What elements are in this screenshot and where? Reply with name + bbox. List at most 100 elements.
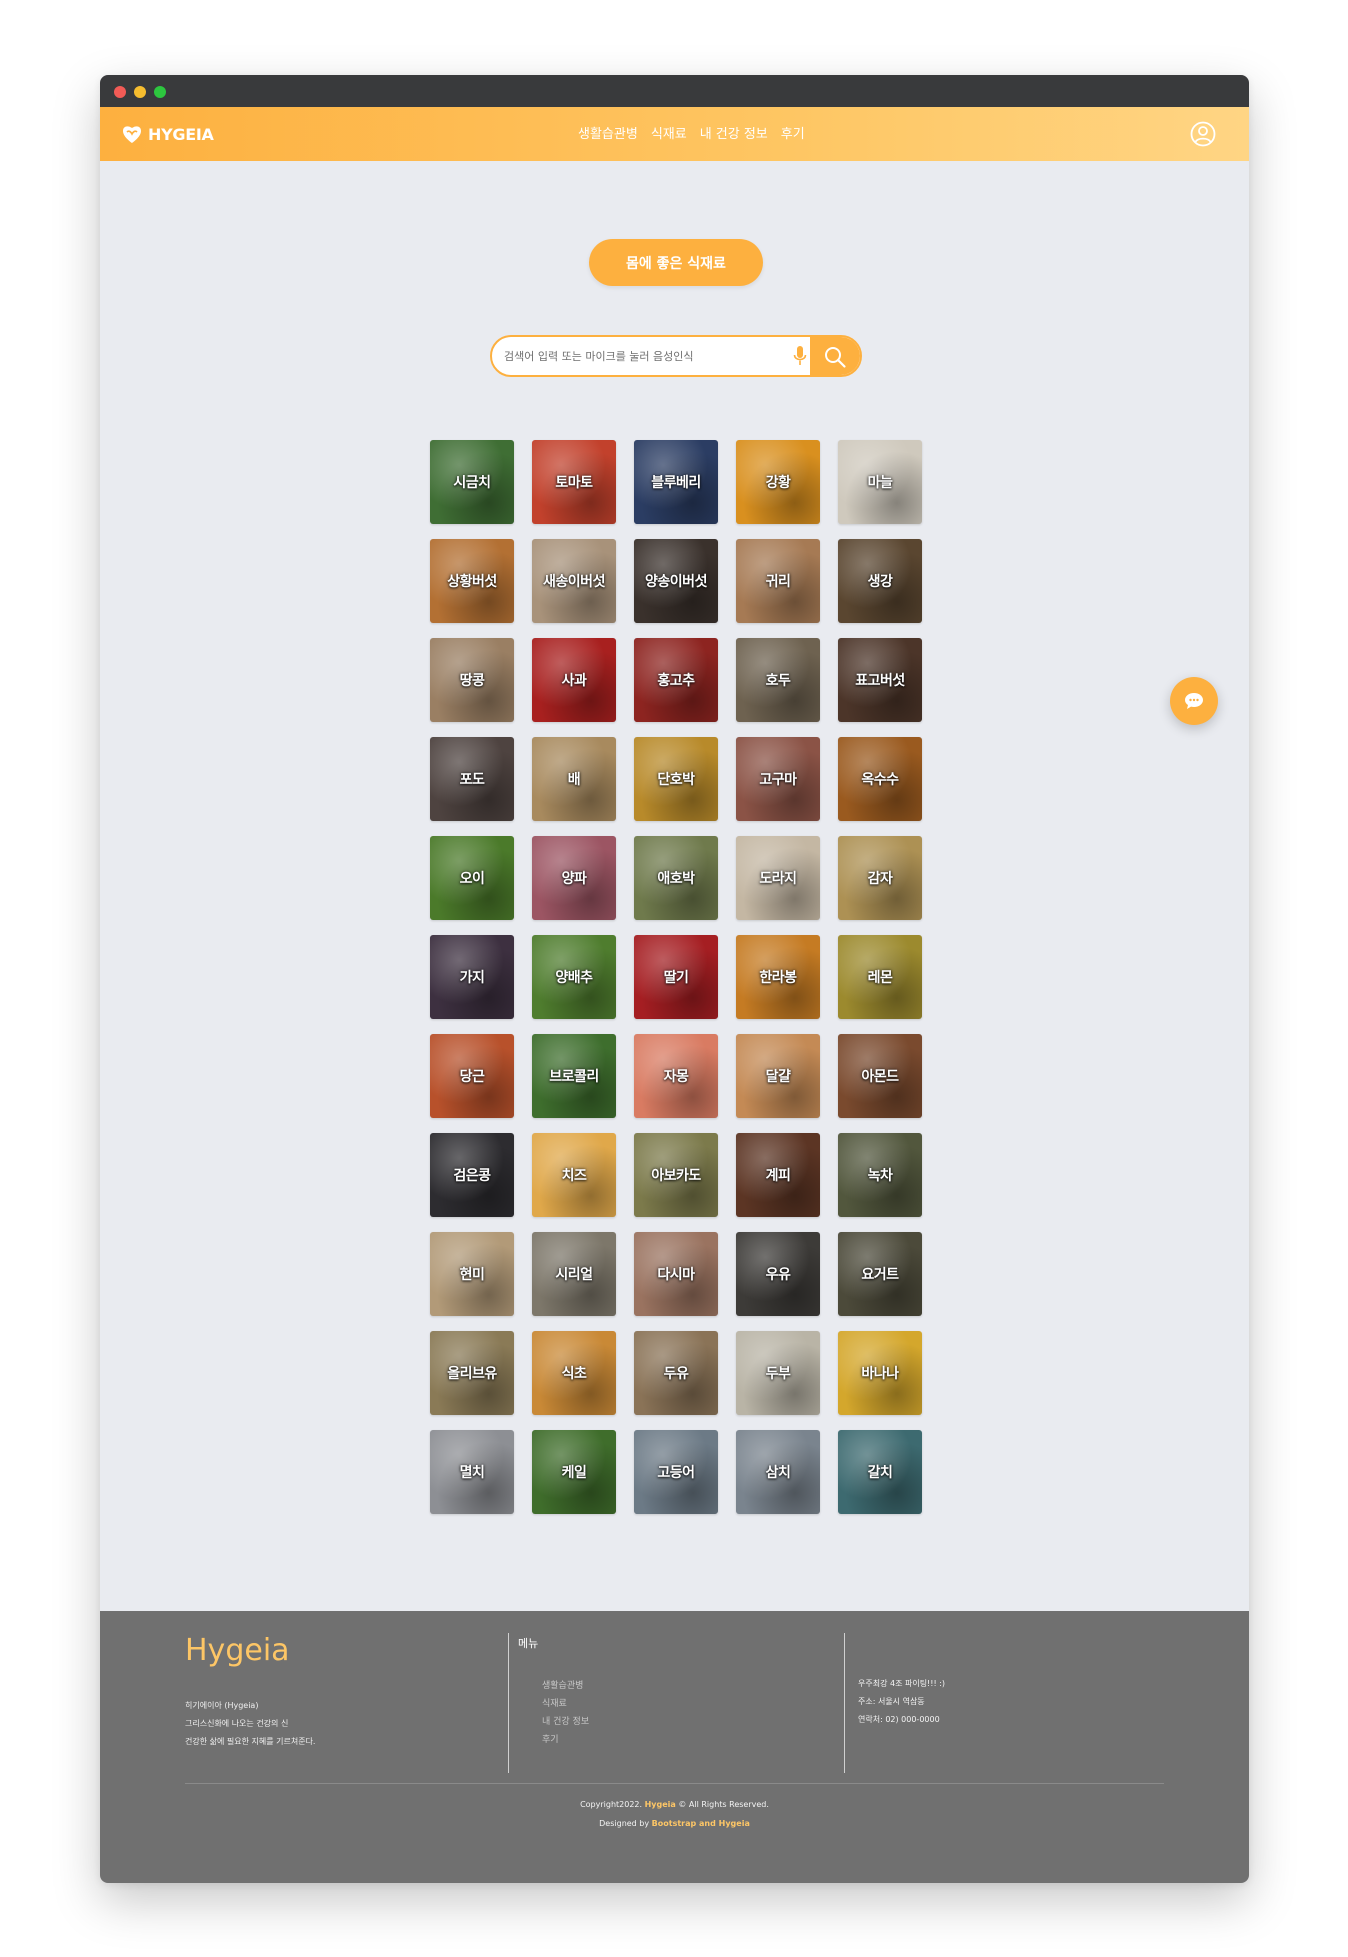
ingredient-tile[interactable]: 감자 xyxy=(838,836,922,920)
ingredient-tile[interactable]: 시리얼 xyxy=(532,1232,616,1316)
ingredient-tile[interactable]: 현미 xyxy=(430,1232,514,1316)
ingredient-tile[interactable]: 식초 xyxy=(532,1331,616,1415)
ingredient-tile[interactable]: 당근 xyxy=(430,1034,514,1118)
ingredient-tile[interactable]: 두유 xyxy=(634,1331,718,1415)
ingredient-tile[interactable]: 양송이버섯 xyxy=(634,539,718,623)
ingredient-tile[interactable]: 고등어 xyxy=(634,1430,718,1514)
ingredient-label: 멸치 xyxy=(459,1465,485,1481)
chat-button[interactable] xyxy=(1170,677,1218,725)
nav-reviews[interactable]: 후기 xyxy=(781,123,805,142)
ingredient-tile[interactable]: 갈치 xyxy=(838,1430,922,1514)
ingredient-tile[interactable]: 마늘 xyxy=(838,440,922,524)
ingredient-tile[interactable]: 레몬 xyxy=(838,935,922,1019)
ingredient-tile[interactable]: 아몬드 xyxy=(838,1034,922,1118)
ingredient-tile[interactable]: 바나나 xyxy=(838,1331,922,1415)
ingredient-label: 강황 xyxy=(765,475,791,491)
ingredient-tile[interactable]: 가지 xyxy=(430,935,514,1019)
footer-contact: 우주최강 4조 파이팅!!! :) 주소: 서울시 역삼동 연락처: 02) 0… xyxy=(858,1675,945,1729)
ingredient-tile[interactable]: 홍고추 xyxy=(634,638,718,722)
maximize-dot[interactable] xyxy=(154,86,166,98)
ingredient-tile[interactable]: 사과 xyxy=(532,638,616,722)
minimize-dot[interactable] xyxy=(134,86,146,98)
ingredient-tile[interactable]: 표고버섯 xyxy=(838,638,922,722)
ingredient-label: 달걀 xyxy=(765,1069,791,1085)
ingredient-tile[interactable]: 검은콩 xyxy=(430,1133,514,1217)
ingredient-label: 배 xyxy=(567,772,581,788)
ingredient-label: 다시마 xyxy=(657,1267,695,1283)
ingredient-tile[interactable]: 시금치 xyxy=(430,440,514,524)
ingredient-tile[interactable]: 자몽 xyxy=(634,1034,718,1118)
ingredient-tile[interactable]: 귀리 xyxy=(736,539,820,623)
ingredient-label: 홍고추 xyxy=(657,673,695,689)
ingredient-tile[interactable]: 삼치 xyxy=(736,1430,820,1514)
nav-my-health[interactable]: 내 건강 정보 xyxy=(700,123,768,142)
footer-link-my-health[interactable]: 내 건강 정보 xyxy=(542,1715,589,1729)
hygeia-logo-icon xyxy=(123,126,141,143)
ingredient-tile[interactable]: 고구마 xyxy=(736,737,820,821)
brand-link[interactable]: HYGEIA xyxy=(120,123,214,145)
footer-link-lifestyle-disease[interactable]: 생활습관병 xyxy=(542,1679,589,1693)
ingredient-label: 딸기 xyxy=(663,970,689,986)
user-circle-icon[interactable] xyxy=(1190,121,1216,147)
ingredient-tile[interactable]: 단호박 xyxy=(634,737,718,821)
ingredient-tile[interactable]: 강황 xyxy=(736,440,820,524)
ingredient-tile[interactable]: 아보카도 xyxy=(634,1133,718,1217)
ingredient-label: 치즈 xyxy=(561,1168,587,1184)
ingredient-tile[interactable]: 브로콜리 xyxy=(532,1034,616,1118)
ingredient-tile[interactable]: 토마토 xyxy=(532,440,616,524)
ingredient-tile[interactable]: 요거트 xyxy=(838,1232,922,1316)
ingredient-label: 고등어 xyxy=(657,1465,695,1481)
ingredient-tile[interactable]: 계피 xyxy=(736,1133,820,1217)
ingredient-label: 검은콩 xyxy=(453,1168,491,1184)
ingredient-tile[interactable]: 올리브유 xyxy=(430,1331,514,1415)
footer-link-reviews[interactable]: 후기 xyxy=(542,1733,589,1747)
ingredient-tile[interactable]: 오이 xyxy=(430,836,514,920)
ingredient-label: 우유 xyxy=(765,1267,791,1283)
healthy-ingredients-button[interactable]: 몸에 좋은 식재료 xyxy=(589,239,763,286)
ingredient-label: 가지 xyxy=(459,970,485,986)
ingredient-tile[interactable]: 땅콩 xyxy=(430,638,514,722)
designed-by-link[interactable]: Bootstrap and Hygeia xyxy=(652,1819,750,1828)
ingredient-tile[interactable]: 생강 xyxy=(838,539,922,623)
footer: Hygeia 히기에이아 (Hygeia) 그리스신화에 나오는 건강의 신 건… xyxy=(100,1611,1249,1883)
ingredient-label: 양송이버섯 xyxy=(645,574,707,590)
ingredient-tile[interactable]: 한라봉 xyxy=(736,935,820,1019)
ingredient-tile[interactable]: 녹차 xyxy=(838,1133,922,1217)
ingredient-tile[interactable]: 새송이버섯 xyxy=(532,539,616,623)
ingredient-tile[interactable]: 호두 xyxy=(736,638,820,722)
ingredient-tile[interactable]: 딸기 xyxy=(634,935,718,1019)
nav-ingredients[interactable]: 식재료 xyxy=(651,123,687,142)
ingredient-label: 시금치 xyxy=(453,475,491,491)
ingredient-tile[interactable]: 두부 xyxy=(736,1331,820,1415)
ingredient-tile[interactable]: 상황버섯 xyxy=(430,539,514,623)
nav-lifestyle-disease[interactable]: 생활습관병 xyxy=(578,123,638,142)
ingredient-tile[interactable]: 다시마 xyxy=(634,1232,718,1316)
close-dot[interactable] xyxy=(114,86,126,98)
ingredient-label: 두유 xyxy=(663,1366,689,1382)
ingredient-tile[interactable]: 우유 xyxy=(736,1232,820,1316)
ingredient-tile[interactable]: 도라지 xyxy=(736,836,820,920)
ingredient-label: 귀리 xyxy=(765,574,791,590)
ingredient-tile[interactable]: 애호박 xyxy=(634,836,718,920)
footer-link-ingredients[interactable]: 식재료 xyxy=(542,1697,589,1711)
ingredient-tile[interactable]: 달걀 xyxy=(736,1034,820,1118)
ingredient-label: 오이 xyxy=(459,871,485,887)
footer-divider xyxy=(508,1633,509,1773)
search-button[interactable] xyxy=(810,337,860,375)
ingredient-tile[interactable]: 포도 xyxy=(430,737,514,821)
chat-bubble-icon xyxy=(1185,693,1203,709)
ingredient-tile[interactable]: 배 xyxy=(532,737,616,821)
ingredient-label: 한라봉 xyxy=(759,970,797,986)
search-input[interactable] xyxy=(504,337,786,375)
ingredient-tile[interactable]: 치즈 xyxy=(532,1133,616,1217)
search-icon xyxy=(825,347,846,368)
mic-icon[interactable] xyxy=(792,345,808,367)
ingredient-tile[interactable]: 양배추 xyxy=(532,935,616,1019)
ingredient-tile[interactable]: 양파 xyxy=(532,836,616,920)
ingredient-label: 양배추 xyxy=(555,970,593,986)
ingredient-tile[interactable]: 멸치 xyxy=(430,1430,514,1514)
ingredient-tile[interactable]: 옥수수 xyxy=(838,737,922,821)
ingredient-tile[interactable]: 케일 xyxy=(532,1430,616,1514)
ingredient-label: 토마토 xyxy=(555,475,593,491)
ingredient-tile[interactable]: 블루베리 xyxy=(634,440,718,524)
